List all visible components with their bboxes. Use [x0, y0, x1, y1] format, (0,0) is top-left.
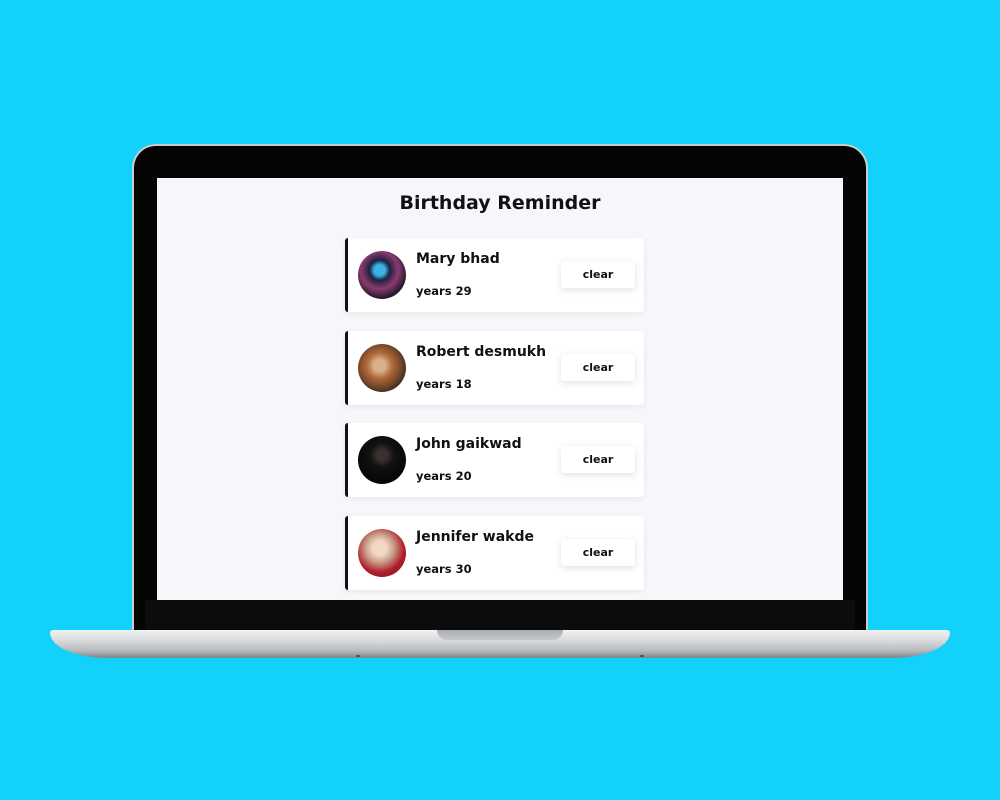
app-screen: Birthday Reminder Mary bhad years 29 cle… — [157, 178, 843, 600]
laptop-bezel — [145, 600, 855, 630]
clear-button[interactable]: clear — [561, 446, 635, 474]
clear-button[interactable]: clear — [561, 539, 635, 567]
person-age: years 30 — [416, 562, 472, 577]
page-title: Birthday Reminder — [399, 192, 601, 214]
laptop-foot — [356, 655, 360, 657]
person-name: Robert desmukh — [416, 343, 547, 360]
avatar — [358, 251, 406, 299]
person-card: John gaikwad years 20 clear — [345, 423, 644, 498]
person-card: Jennifer wakde years 30 clear — [345, 516, 644, 591]
avatar — [358, 529, 406, 578]
person-name: Mary bhad — [416, 251, 500, 267]
person-card: Robert desmukh years 18 clear — [345, 330, 644, 405]
person-age: years 29 — [416, 284, 472, 298]
avatar — [358, 436, 406, 485]
avatar — [358, 343, 406, 392]
person-name: John gaikwad — [416, 436, 522, 453]
laptop-mockup: Birthday Reminder Mary bhad years 29 cle… — [0, 0, 1000, 800]
person-name: Jennifer wakde — [416, 529, 535, 546]
person-age: years 20 — [416, 469, 472, 484]
clear-button[interactable]: clear — [561, 353, 635, 381]
birthday-list: Mary bhad years 29 clear Robert desmukh … — [345, 238, 644, 600]
clear-button[interactable]: clear — [561, 261, 635, 288]
person-card: Mary bhad years 29 clear — [345, 238, 644, 312]
person-age: years 18 — [416, 376, 472, 391]
laptop-foot — [640, 655, 644, 657]
laptop-notch — [437, 630, 563, 640]
